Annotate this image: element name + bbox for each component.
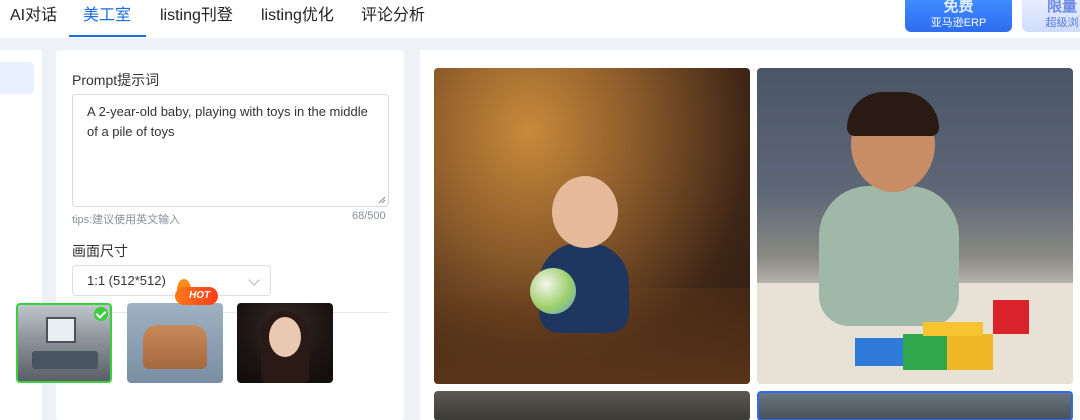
generated-image-1[interactable] xyxy=(434,68,750,384)
tab-listing-publish[interactable]: listing刊登 xyxy=(160,0,233,38)
portrait-face xyxy=(269,317,301,357)
room-sofa xyxy=(32,351,98,369)
model-thumbnail-interior[interactable] xyxy=(16,303,112,383)
toy-block xyxy=(855,338,905,366)
promo-title: 限量 xyxy=(1046,0,1077,15)
generated-image-3[interactable] xyxy=(434,391,750,420)
checkmark-icon xyxy=(94,307,108,321)
room-window xyxy=(46,317,76,343)
promo-subtitle: 亚马逊ERP xyxy=(930,17,987,29)
size-select-value: 1:1 (512*512) xyxy=(87,273,166,288)
promo-title: 免费 xyxy=(943,0,974,15)
size-select[interactable]: 1:1 (512*512) xyxy=(72,265,271,296)
baby-body xyxy=(819,186,959,326)
tab-design-studio[interactable]: 美工室 xyxy=(83,0,131,38)
tab-listing-optimize[interactable]: listing优化 xyxy=(261,0,334,38)
prompt-tips: tips:建议使用英文输入 xyxy=(72,214,181,226)
baby-head xyxy=(552,176,618,248)
prompt-label: Prompt提示词 xyxy=(72,72,160,88)
toy-block xyxy=(993,300,1029,334)
resize-handle-icon[interactable] xyxy=(378,196,386,204)
prompt-textarea[interactable]: A 2-year-old baby, playing with toys in … xyxy=(72,94,389,207)
sidebar-item-active[interactable] xyxy=(0,62,34,94)
generated-image-2[interactable] xyxy=(757,68,1073,384)
promo-limited-banner[interactable]: 限量 超级浏 xyxy=(1022,0,1080,32)
hot-badge: HOT xyxy=(175,287,219,305)
character-counter: 68/500 xyxy=(352,210,386,222)
tab-ai-chat[interactable]: AI对话 xyxy=(10,0,57,38)
armchair xyxy=(143,325,207,369)
tab-review-analysis[interactable]: 评论分析 xyxy=(361,0,425,38)
size-label: 画面尺寸 xyxy=(72,243,128,259)
promo-erp-banner[interactable]: 免费 亚马逊ERP xyxy=(905,0,1012,32)
active-tab-indicator xyxy=(69,35,146,37)
toy-block xyxy=(923,322,983,336)
promo-subtitle: 超级浏 xyxy=(1045,17,1079,29)
top-nav: AI对话 美工室 listing刊登 listing优化 评论分析 免费 亚马逊… xyxy=(0,0,1080,38)
chevron-down-icon xyxy=(248,274,260,286)
toy-ball xyxy=(530,268,576,314)
model-thumbnail-product[interactable] xyxy=(127,303,223,383)
baby-hair xyxy=(847,92,939,136)
toy-block xyxy=(947,334,993,370)
model-thumbnail-portrait[interactable] xyxy=(237,303,333,383)
divider xyxy=(72,312,389,313)
generated-image-4[interactable] xyxy=(757,391,1073,420)
